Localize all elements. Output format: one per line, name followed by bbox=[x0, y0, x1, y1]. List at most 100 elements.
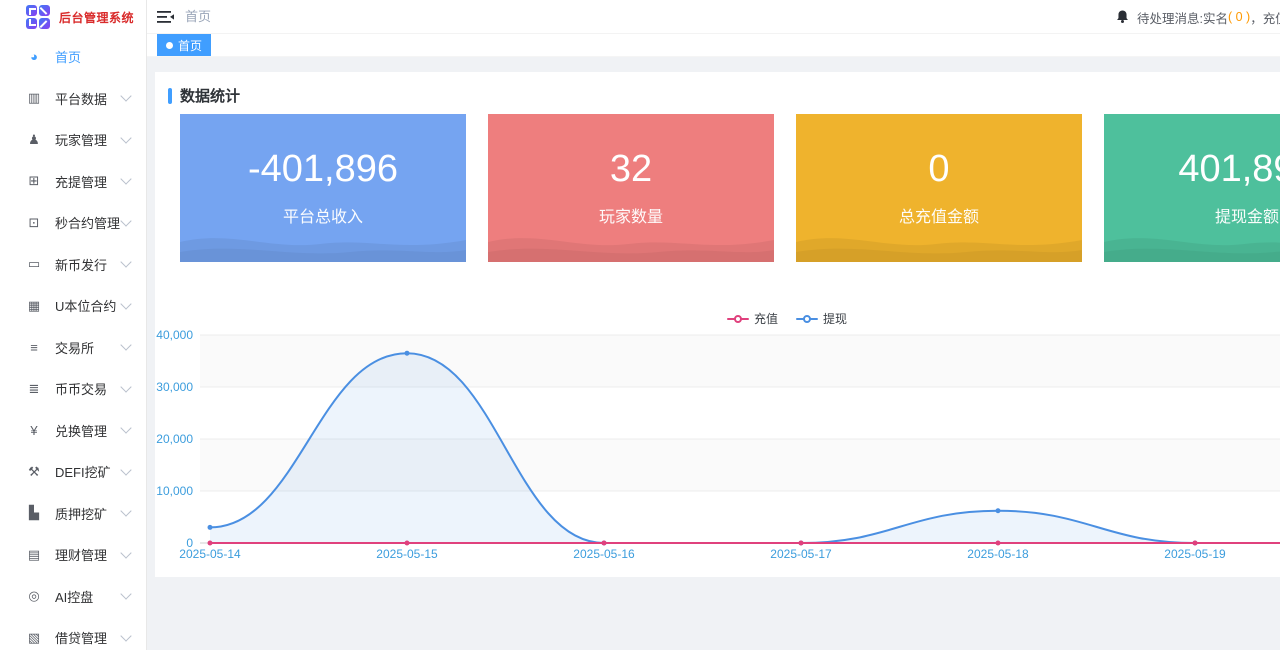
platform-data-icon: ▥ bbox=[26, 90, 42, 106]
legend-marker-icon bbox=[796, 315, 818, 323]
sidebar-item-recharge-withdraw-mgmt[interactable]: ⊞ 充提管理 bbox=[0, 161, 146, 203]
stat-card-player-count: 32玩家数量 bbox=[488, 114, 774, 262]
sidebar-item-label: 理财管理 bbox=[55, 545, 122, 564]
notice-prefix: 待处理消息: bbox=[1137, 8, 1203, 27]
x-axis-tick-label: 2025-05-19 bbox=[1164, 547, 1226, 561]
sidebar-item-label: 新币发行 bbox=[55, 255, 122, 274]
logo-tile bbox=[39, 5, 50, 16]
bar-chart-icon: ▙ bbox=[26, 505, 42, 521]
sidebar-item-label: 玩家管理 bbox=[55, 130, 122, 149]
content-panel: 数据统计 -401,896平台总收入32玩家数量 0 总充值金额 401,896提现金… bbox=[155, 72, 1280, 577]
notebook-icon: ▧ bbox=[26, 630, 42, 646]
sidebar-toggle-button[interactable] bbox=[157, 9, 175, 25]
logo-tile bbox=[26, 5, 37, 16]
copy-document-icon: ⊞ bbox=[26, 173, 42, 189]
sidebar-item-label: 交易所 bbox=[55, 338, 122, 357]
sidebar-item-defi-mining[interactable]: ⚒ DEFI挖矿 bbox=[0, 451, 146, 493]
sidebar-item-seconds-contract-mgmt[interactable]: ⊡秒合约管理 bbox=[0, 202, 146, 244]
data-point-withdraw bbox=[208, 525, 213, 530]
chevron-down-icon bbox=[120, 547, 131, 558]
sidebar-item-platform-data[interactable]: ▥平台数据 bbox=[0, 78, 146, 120]
y-axis-tick-label: 10,000 bbox=[156, 484, 193, 498]
tab-active-dot bbox=[166, 42, 173, 49]
data-point-withdraw bbox=[996, 508, 1001, 513]
data-point-recharge bbox=[405, 541, 410, 546]
sidebar-item-label: U本位合约 bbox=[55, 296, 122, 315]
sidebar-item-ai-control[interactable]: ◎AI控盘 bbox=[0, 576, 146, 618]
legend-item-withdraw[interactable]: 提现 bbox=[796, 310, 847, 327]
sidebar-item-label: 兑换管理 bbox=[55, 421, 122, 440]
chevron-down-icon bbox=[120, 464, 131, 475]
legend-label: 提现 bbox=[823, 310, 847, 327]
exchange-list-icon: ≡ bbox=[26, 340, 42, 355]
chevron-down-icon bbox=[120, 257, 131, 268]
section-title-text: 数据统计 bbox=[180, 85, 240, 106]
tabbar: 首页 bbox=[147, 34, 1280, 57]
sidebar-item-swap-mgmt[interactable]: ¥ 兑换管理 bbox=[0, 410, 146, 452]
logo-tile bbox=[39, 18, 50, 29]
chevron-down-icon bbox=[120, 132, 131, 143]
chevron-down-icon bbox=[120, 298, 131, 309]
sidebar: 后台管理系统 ◕首页▥平台数据 ♟ 玩家管理 ⊞ 充提管理 ⊡秒合约管理▭新币发行▦U本位… bbox=[0, 0, 147, 650]
stat-card-total-withdraw: 401,896提现金额 bbox=[1104, 114, 1280, 262]
sidebar-item-lending-mgmt[interactable]: ▧借贷管理 bbox=[0, 617, 146, 650]
trade-list-icon: ≣ bbox=[26, 381, 42, 397]
sidebar-item-new-coin-issue[interactable]: ▭新币发行 bbox=[0, 244, 146, 286]
menu-fold-icon bbox=[157, 9, 175, 25]
data-point-withdraw bbox=[405, 351, 410, 356]
stat-card-total-recharge: 0 总充值金额 bbox=[796, 114, 1082, 262]
pending-messages[interactable]: 待处理消息: 实名 ( 0 ) ， 充值 ( 0 ) bbox=[1115, 0, 1280, 34]
yen-icon: ¥ bbox=[26, 423, 42, 438]
sidebar-item-exchange[interactable]: ≡ 交易所 bbox=[0, 327, 146, 369]
notice-separator: ， bbox=[1250, 8, 1263, 27]
logo-row: 后台管理系统 bbox=[0, 0, 146, 34]
legend-item-recharge[interactable]: 充值 bbox=[727, 310, 778, 327]
document-icon: ▤ bbox=[26, 547, 42, 563]
data-point-recharge bbox=[602, 541, 607, 546]
notice-item-label: 充值 bbox=[1263, 8, 1280, 27]
user-icon: ♟ bbox=[26, 132, 42, 148]
data-point-recharge bbox=[208, 541, 213, 546]
app-title: 后台管理系统 bbox=[59, 9, 134, 26]
stat-card-value: 0 bbox=[928, 150, 949, 188]
main-area: 首页 待处理消息: 实名 ( 0 ) ， 充值 ( 0 ) 首页 bbox=[147, 0, 1280, 650]
robot-icon: ◎ bbox=[26, 588, 42, 604]
stat-card-total-revenue: -401,896平台总收入 bbox=[180, 114, 466, 262]
data-point-recharge bbox=[1193, 541, 1198, 546]
legend-marker-icon bbox=[727, 315, 749, 323]
chevron-down-icon bbox=[120, 423, 131, 434]
chevron-down-icon bbox=[120, 630, 131, 641]
data-point-recharge bbox=[996, 541, 1001, 546]
sidebar-item-player-mgmt[interactable]: ♟ 玩家管理 bbox=[0, 119, 146, 161]
tab-home[interactable]: 首页 bbox=[157, 34, 211, 56]
sidebar-item-label: DEFI挖矿 bbox=[55, 462, 122, 481]
chevron-down-icon bbox=[120, 381, 131, 392]
topbar: 首页 待处理消息: 实名 ( 0 ) ， 充值 ( 0 ) bbox=[147, 0, 1280, 34]
y-axis-tick-label: 40,000 bbox=[156, 328, 193, 342]
y-axis-tick-label: 20,000 bbox=[156, 432, 193, 446]
sidebar-item-wealth-mgmt[interactable]: ▤ 理财管理 bbox=[0, 534, 146, 576]
notice-item-count: ( 0 ) bbox=[1228, 10, 1250, 24]
notice-item-label: 实名 bbox=[1203, 8, 1228, 27]
x-axis-tick-label: 2025-05-18 bbox=[967, 547, 1029, 561]
sidebar-menu: ◕首页▥平台数据 ♟ 玩家管理 ⊞ 充提管理 ⊡秒合约管理▭新币发行▦U本位合约 ≡ 交易所 ≣… bbox=[0, 36, 146, 650]
x-axis-tick-label: 2025-05-15 bbox=[376, 547, 438, 561]
sidebar-item-label: 首页 bbox=[55, 47, 130, 66]
sidebar-item-label: 充提管理 bbox=[55, 172, 122, 191]
pickaxe-icon: ⚒ bbox=[26, 464, 42, 480]
sidebar-item-u-margin-contract[interactable]: ▦U本位合约 bbox=[0, 285, 146, 327]
breadcrumb[interactable]: 首页 bbox=[185, 0, 211, 34]
sidebar-item-staking-mining[interactable]: ▙质押挖矿 bbox=[0, 493, 146, 535]
stat-card-label: 提现金额 bbox=[1215, 203, 1279, 227]
page: 后台管理系统 ◕首页▥平台数据 ♟ 玩家管理 ⊞ 充提管理 ⊡秒合约管理▭新币发行▦U本位… bbox=[0, 0, 1280, 650]
stat-card-label: 总充值金额 bbox=[899, 203, 979, 227]
tab-label: 首页 bbox=[178, 37, 202, 54]
sidebar-item-home[interactable]: ◕首页 bbox=[0, 36, 146, 78]
legend-label: 充值 bbox=[754, 310, 778, 327]
x-axis-tick-label: 2025-05-14 bbox=[179, 547, 241, 561]
sidebar-item-spot-trade[interactable]: ≣币币交易 bbox=[0, 368, 146, 410]
x-axis-tick-label: 2025-05-17 bbox=[770, 547, 832, 561]
chevron-down-icon bbox=[120, 215, 131, 226]
chevron-down-icon bbox=[120, 174, 131, 185]
bell-icon bbox=[1115, 9, 1130, 25]
